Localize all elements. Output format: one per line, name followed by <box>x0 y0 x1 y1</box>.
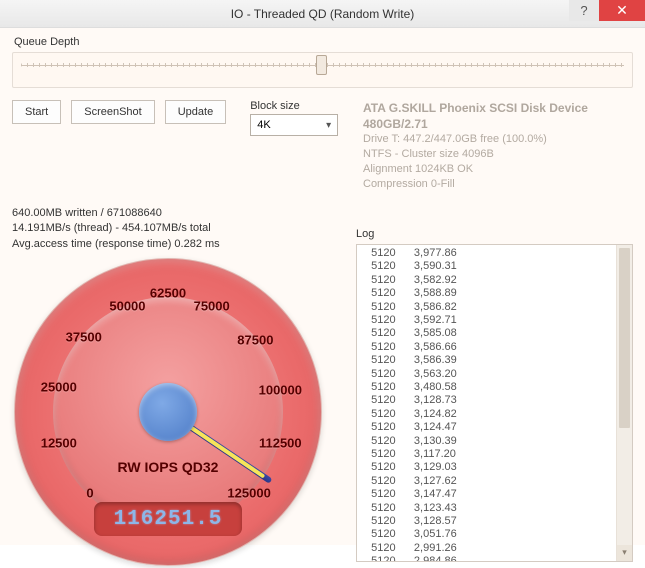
log-box: 5120 3,977.86 5120 3,590.31 5120 3,582.9… <box>356 244 633 562</box>
scroll-down-icon[interactable]: ▾ <box>617 545 632 561</box>
block-size-select[interactable]: 4K ▾ <box>250 114 338 136</box>
screenshot-button[interactable]: ScreenShot <box>71 100 154 124</box>
gauge-tick-37500: 37500 <box>66 330 102 345</box>
drive-free: Drive T: 447.2/447.0GB free (100.0%) <box>363 132 633 147</box>
drive-info: ATA G.SKILL Phoenix SCSI Disk Device 480… <box>363 100 633 192</box>
queue-depth-label: Queue Depth <box>14 36 633 48</box>
log-label: Log <box>356 228 633 240</box>
gauge-tick-112500: 112500 <box>259 436 302 451</box>
gauge: 0 12500 25000 37500 50000 62500 75000 87… <box>12 256 324 568</box>
help-button[interactable]: ? <box>569 0 599 21</box>
window-title: IO - Threaded QD (Random Write) <box>0 7 645 21</box>
gauge-hub <box>139 383 197 441</box>
gauge-tick-12500: 12500 <box>41 436 77 451</box>
queue-depth-slider[interactable] <box>12 52 633 88</box>
log-scrollbar[interactable]: ▾ <box>616 245 632 561</box>
drive-name: ATA G.SKILL Phoenix SCSI Disk Device 480… <box>363 100 633 132</box>
log-content: 5120 3,977.86 5120 3,590.31 5120 3,582.9… <box>357 245 616 561</box>
stats-block: 640.00MB written / 671088640 14.191MB/s … <box>12 206 312 252</box>
scroll-thumb[interactable] <box>619 248 630 428</box>
block-size-value: 4K <box>257 119 270 131</box>
lower-row: 0 12500 25000 37500 50000 62500 75000 87… <box>12 258 633 568</box>
log-column: Log 5120 3,977.86 5120 3,590.31 5120 3,5… <box>356 228 633 568</box>
block-size-label: Block size <box>250 100 338 112</box>
drive-fs: NTFS - Cluster size 4096B <box>363 147 633 162</box>
gauge-tick-62500: 62500 <box>150 286 186 301</box>
stats-latency: Avg.access time (response time) 0.282 ms <box>12 237 312 252</box>
chevron-down-icon: ▾ <box>326 120 331 131</box>
start-button[interactable]: Start <box>12 100 61 124</box>
gauge-title: RW IOPS QD32 <box>118 459 219 475</box>
slider-thumb[interactable] <box>316 55 327 75</box>
gauge-readout-value: 116251.5 <box>114 508 223 531</box>
stats-throughput: 14.191MB/s (thread) - 454.107MB/s total <box>12 221 312 236</box>
close-button[interactable]: ✕ <box>599 0 645 21</box>
gauge-tick-25000: 25000 <box>41 379 77 394</box>
gauge-tick-50000: 50000 <box>109 298 145 313</box>
stats-written: 640.00MB written / 671088640 <box>12 206 312 221</box>
window-controls: ? ✕ <box>569 0 645 21</box>
gauge-tick-75000: 75000 <box>194 298 230 313</box>
gauge-readout: 116251.5 <box>94 502 242 536</box>
update-button[interactable]: Update <box>165 100 226 124</box>
drive-align: Alignment 1024KB OK <box>363 162 633 177</box>
drive-comp: Compression 0-Fill <box>363 177 633 192</box>
title-bar: IO - Threaded QD (Random Write) ? ✕ <box>0 0 645 28</box>
gauge-wrap: 0 12500 25000 37500 50000 62500 75000 87… <box>12 258 342 568</box>
gauge-tick-87500: 87500 <box>237 333 273 348</box>
gauge-tick-125000: 125000 <box>227 486 270 501</box>
slider-track <box>21 63 624 67</box>
block-size-group: Block size 4K ▾ <box>250 100 338 136</box>
gauge-tick-0: 0 <box>86 486 93 501</box>
content-area: Queue Depth Start ScreenShot Update Bloc… <box>0 28 645 545</box>
gauge-tick-100000: 100000 <box>259 383 302 398</box>
controls-row: Start ScreenShot Update Block size 4K ▾ … <box>12 100 633 192</box>
